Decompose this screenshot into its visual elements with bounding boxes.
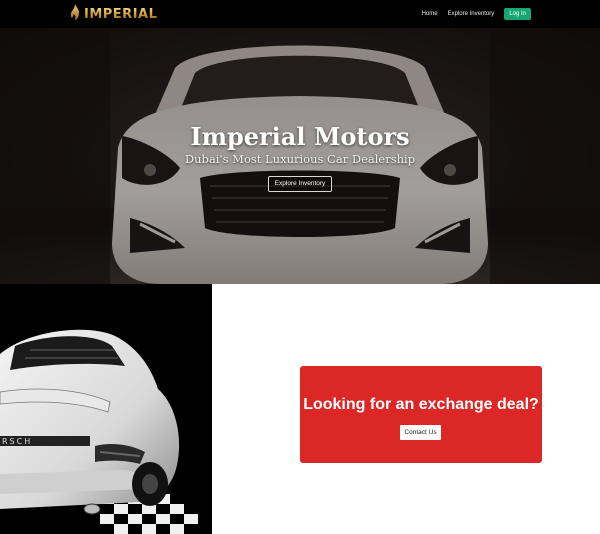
porsche-car-graphic: RSCH [0, 329, 198, 534]
exchange-card: Looking for an exchange deal? Contact Us [300, 366, 542, 463]
exchange-section: RSCH Looking for an exchange deal? Conta… [0, 284, 600, 534]
flame-icon [70, 3, 80, 25]
porsche-image: RSCH [0, 284, 212, 534]
hero-title: Imperial Motors [190, 122, 410, 151]
nav-link-home[interactable]: Home [422, 11, 438, 17]
contact-us-button[interactable]: Contact Us [400, 425, 441, 440]
navbar: IMPERIAL Home Explore Inventory Log In [0, 0, 600, 28]
porsche-badge: RSCH [2, 437, 32, 446]
hero-section: Imperial Motors Dubai's Most Luxurious C… [0, 28, 600, 284]
hero-subtitle: Dubai's Most Luxurious Car Dealership [184, 152, 416, 166]
login-button[interactable]: Log In [504, 8, 531, 20]
brand-name: IMPERIAL [84, 6, 158, 22]
nav-links: Home Explore Inventory Log In [422, 8, 531, 20]
brand-logo[interactable]: IMPERIAL [70, 3, 158, 25]
nav-link-explore-inventory[interactable]: Explore Inventory [448, 11, 495, 17]
exchange-heading: Looking for an exchange deal? [303, 396, 539, 413]
explore-inventory-button[interactable]: Explore Inventory [268, 176, 332, 192]
